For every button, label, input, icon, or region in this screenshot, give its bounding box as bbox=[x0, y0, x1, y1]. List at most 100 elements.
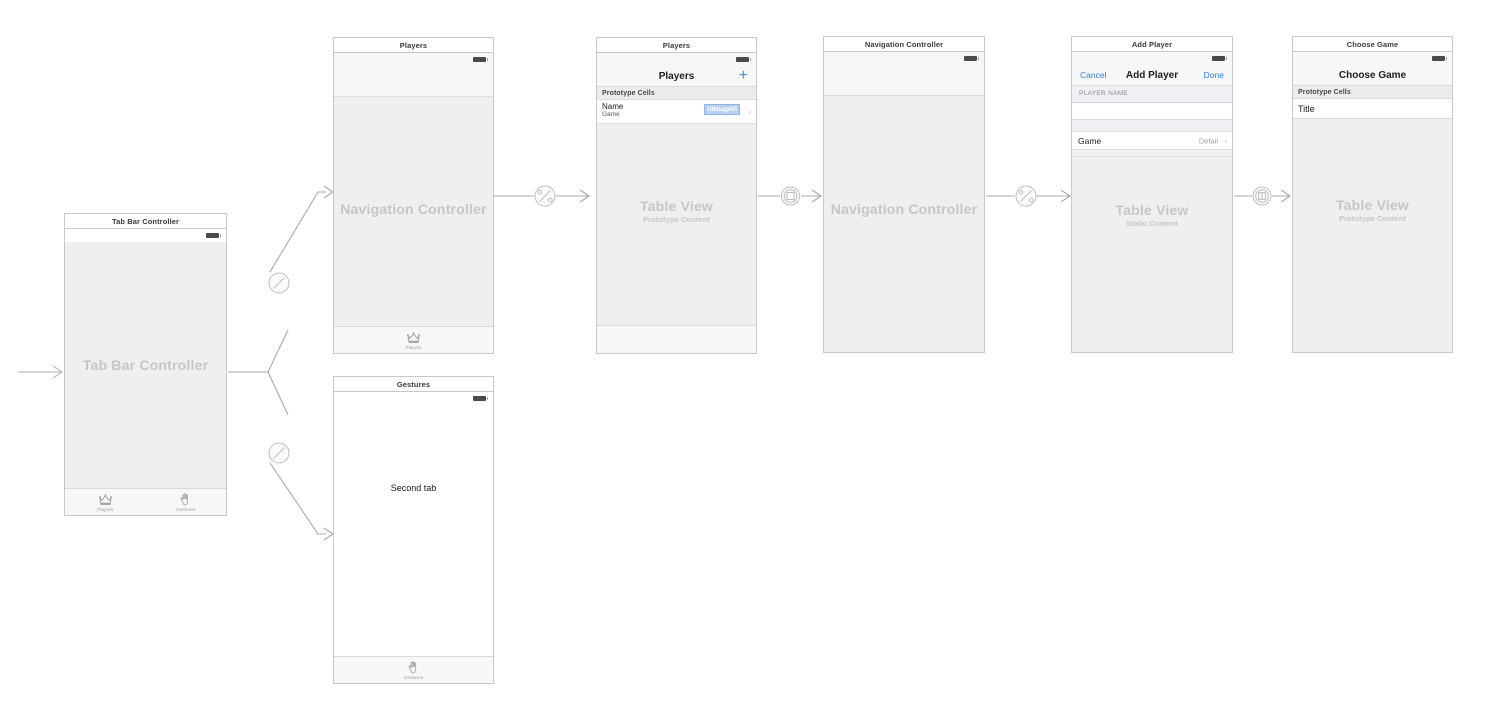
battery-icon bbox=[736, 57, 751, 62]
placeholder-table-view: Table View Static Content bbox=[1072, 202, 1232, 228]
segue-tab-to-gestures[interactable] bbox=[267, 371, 334, 541]
done-button[interactable]: Done bbox=[1204, 65, 1224, 85]
crown-icon bbox=[98, 493, 113, 506]
scene-title-players-table: Players bbox=[596, 37, 757, 52]
placeholder-navigation-controller: Navigation Controller bbox=[334, 201, 493, 217]
segue-add-nav-to-add-table[interactable] bbox=[986, 185, 1071, 207]
uiimageview-placeholder[interactable]: UIImageVi bbox=[704, 104, 740, 115]
battery-icon bbox=[473, 396, 488, 401]
section-gap-bottom bbox=[1072, 150, 1232, 157]
player-name-field-value bbox=[1072, 103, 1232, 107]
scene-title-players-nav: Players bbox=[333, 37, 494, 52]
navigation-bar[interactable]: Cancel Add Player Done bbox=[1072, 65, 1232, 86]
status-bar bbox=[65, 229, 226, 242]
segue-players-to-add-nav[interactable] bbox=[758, 186, 822, 206]
placeholder-title: Table View bbox=[639, 198, 714, 214]
device-frame-gestures[interactable]: Second tab Gestures bbox=[333, 391, 494, 684]
placeholder-title: Navigation Controller bbox=[340, 201, 487, 217]
device-frame-players-nav[interactable]: Navigation Controller Players bbox=[333, 52, 494, 354]
cell-subtitle-label: Game bbox=[602, 111, 620, 118]
segue-tab-to-players-nav[interactable] bbox=[228, 185, 334, 373]
tab-bar[interactable]: Gestures bbox=[334, 656, 493, 683]
scene-title-tab-bar-controller: Tab Bar Controller bbox=[64, 213, 227, 228]
tab-bar-item-label: Players bbox=[97, 506, 114, 512]
tab-bar-item-gestures[interactable]: Gestures bbox=[403, 660, 424, 680]
nav-bar-title: Players bbox=[658, 70, 695, 82]
segue-players-nav-to-table[interactable] bbox=[494, 185, 590, 207]
disclosure-indicator-icon: › bbox=[748, 107, 751, 116]
section-gap bbox=[1072, 120, 1232, 131]
battery-icon bbox=[964, 56, 979, 61]
placeholder-subtitle: Prototype Content bbox=[642, 215, 711, 224]
battery-icon bbox=[1432, 56, 1447, 61]
device-frame-tab-bar-controller[interactable]: Tab Bar Controller Players Gestures bbox=[64, 228, 227, 516]
add-player-button[interactable]: + bbox=[739, 66, 748, 86]
storyboard-canvas[interactable]: Tab Bar Controller Tab Bar Controller Pl… bbox=[0, 0, 1489, 702]
device-frame-choose-game[interactable]: Choose Game Prototype Cells Title Table … bbox=[1292, 51, 1453, 353]
scene-players-navigation-controller[interactable]: Players Navigation Controller Players bbox=[333, 37, 494, 354]
battery-icon bbox=[1212, 56, 1227, 61]
nav-bar-placeholder bbox=[334, 66, 493, 97]
placeholder-title: Tab Bar Controller bbox=[82, 357, 209, 373]
segue-add-to-choose-game[interactable] bbox=[1234, 186, 1291, 206]
second-tab-label: Second tab bbox=[390, 483, 437, 493]
tab-bar-item-label: Gestures bbox=[176, 506, 196, 512]
section-header-player-name: PLAYER NAME bbox=[1072, 86, 1232, 102]
hand-icon bbox=[179, 492, 193, 506]
initial-view-controller-arrow bbox=[18, 365, 64, 379]
nav-bar-title: Choose Game bbox=[1338, 69, 1407, 81]
placeholder-title: Navigation Controller bbox=[830, 201, 978, 217]
cell-title-label: Title bbox=[1298, 103, 1315, 114]
navigation-bar[interactable]: Players + bbox=[597, 66, 756, 87]
crown-icon bbox=[406, 331, 421, 344]
placeholder-title: Table View bbox=[1335, 197, 1410, 213]
placeholder-subtitle: Prototype Content bbox=[1338, 214, 1407, 223]
battery-icon bbox=[206, 233, 221, 238]
section-header-prototype-cells: Prototype Cells bbox=[597, 87, 756, 100]
placeholder-title: Table View bbox=[1115, 202, 1189, 218]
placeholder-table-view: Table View Prototype Content bbox=[1293, 197, 1452, 223]
battery-icon bbox=[473, 57, 488, 62]
device-frame-add-player-nav[interactable]: Navigation Controller bbox=[823, 51, 985, 353]
scene-title-choose-game: Choose Game bbox=[1292, 36, 1453, 51]
scene-tab-bar-controller[interactable]: Tab Bar Controller Tab Bar Controller Pl… bbox=[64, 213, 227, 516]
tab-bar[interactable]: Players Gestures bbox=[65, 488, 226, 515]
placeholder-table-view: Table View Prototype Content bbox=[597, 198, 756, 224]
prototype-cell-game[interactable]: Title bbox=[1293, 99, 1452, 119]
status-bar bbox=[334, 392, 493, 405]
device-frame-add-player[interactable]: Cancel Add Player Done PLAYER NAME Game … bbox=[1071, 51, 1233, 353]
scene-choose-game-table-view[interactable]: Choose Game Choose Game Prototype Cells … bbox=[1292, 36, 1453, 353]
tab-bar[interactable]: Players bbox=[334, 326, 493, 353]
game-row[interactable]: Game Detail › bbox=[1072, 131, 1232, 150]
tab-bar-item-players[interactable]: Players bbox=[405, 331, 421, 350]
scene-title-add-player: Add Player bbox=[1071, 36, 1233, 51]
placeholder-tab-bar-controller: Tab Bar Controller bbox=[65, 357, 226, 373]
tab-bar-item-label: Players bbox=[405, 344, 422, 350]
scene-add-player-table-view[interactable]: Add Player Cancel Add Player Done PLAYER… bbox=[1071, 36, 1233, 353]
tab-bar-item-players[interactable]: Players bbox=[65, 493, 146, 512]
tab-bar-item-label: Gestures bbox=[403, 674, 424, 680]
status-bar bbox=[1072, 52, 1232, 65]
scene-add-player-navigation-controller[interactable]: Navigation Controller Navigation Control… bbox=[823, 36, 985, 353]
status-bar bbox=[597, 53, 756, 66]
tab-bar-item-gestures[interactable]: Gestures bbox=[146, 492, 227, 512]
placeholder-subtitle: Static Content bbox=[1125, 219, 1179, 228]
scene-title-gestures: Gestures bbox=[333, 376, 494, 391]
placeholder-navigation-controller: Navigation Controller bbox=[824, 201, 984, 217]
disclosure-indicator-icon: › bbox=[1224, 136, 1227, 145]
scene-players-table-view[interactable]: Players Players + Prototype Cells Name G… bbox=[596, 37, 757, 354]
scene-gestures-view-controller[interactable]: Gestures Second tab Gestures bbox=[333, 376, 494, 684]
navigation-bar[interactable]: Choose Game bbox=[1293, 65, 1452, 86]
cell-title-label: Name bbox=[602, 102, 624, 111]
player-name-field[interactable] bbox=[1072, 102, 1232, 120]
scene-title-add-player-nav: Navigation Controller bbox=[823, 36, 985, 51]
game-row-detail: Detail bbox=[1198, 136, 1218, 145]
hand-icon bbox=[407, 660, 421, 674]
nav-bar-placeholder bbox=[824, 65, 984, 96]
prototype-cell-player[interactable]: Name Game UIImageVi › bbox=[597, 100, 756, 124]
status-bar bbox=[334, 53, 493, 66]
bottom-bar bbox=[597, 325, 756, 353]
status-bar bbox=[824, 52, 984, 65]
device-frame-players-table[interactable]: Players + Prototype Cells Name Game UIIm… bbox=[596, 52, 757, 354]
status-bar bbox=[1293, 52, 1452, 65]
